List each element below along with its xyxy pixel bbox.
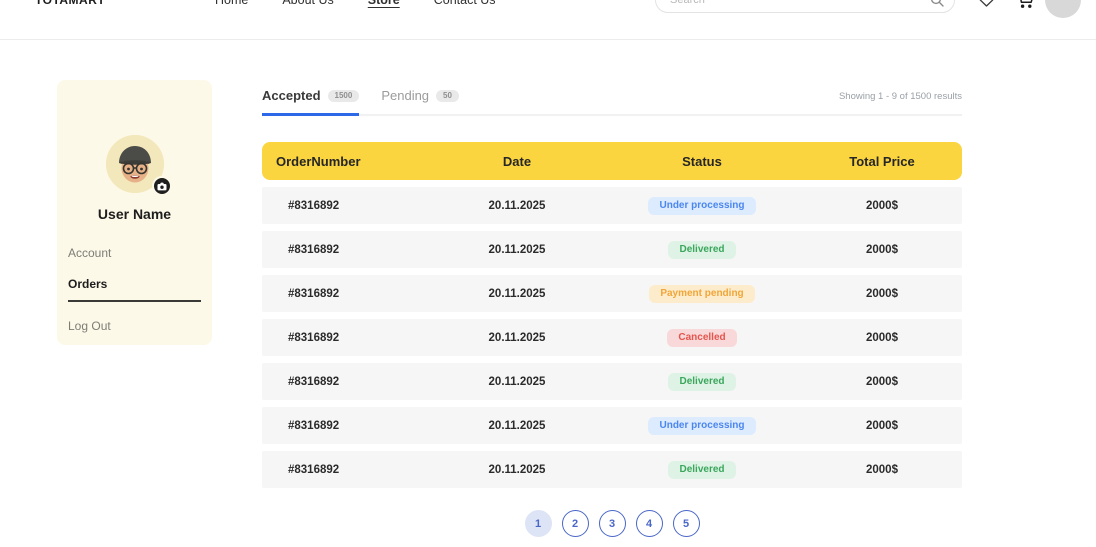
order-number: #8316892 <box>262 288 432 300</box>
order-row[interactable]: #831689220.11.2025 Delivered 2000$ <box>262 231 962 268</box>
order-number: #8316892 <box>262 376 432 388</box>
profile-menu: Account Orders Log Out <box>57 246 212 333</box>
orders-page: TOTAMART Home About Us Store Contact Us <box>0 0 1096 547</box>
status-badge-payment-pending: Payment pending <box>649 285 754 303</box>
wishlist-heart-icon[interactable] <box>978 0 995 8</box>
order-row[interactable]: #831689220.11.2025 Delivered 2000$ <box>262 451 962 488</box>
order-number: #8316892 <box>262 464 432 476</box>
header-divider <box>0 39 1096 40</box>
order-total-price: 2000$ <box>802 288 962 300</box>
tab-accepted-label: Accepted <box>262 88 321 103</box>
order-number: #8316892 <box>262 244 432 256</box>
header-avatar[interactable] <box>1045 0 1081 18</box>
pagination: 12345 <box>262 510 962 537</box>
sidebar-item-orders[interactable]: Orders <box>68 277 201 302</box>
column-header-status: Status <box>602 154 802 169</box>
order-total-price: 2000$ <box>802 464 962 476</box>
orders-table-body: #831689220.11.2025Under processing2000$#… <box>262 187 962 488</box>
order-date: 20.11.2025 <box>432 376 602 388</box>
search-icon[interactable] <box>930 0 944 7</box>
order-row[interactable]: #831689220.11.2025 Delivered 2000$ <box>262 363 962 400</box>
status-badge-delivered: Delivered <box>668 241 735 259</box>
order-status-cell: Under processing <box>602 197 802 215</box>
order-number: #8316892 <box>262 200 432 212</box>
nav-item-about-us[interactable]: About Us <box>282 0 333 7</box>
order-row[interactable]: #831689220.11.2025 Under processing 2000$ <box>262 407 962 444</box>
search-input[interactable] <box>670 0 930 6</box>
profile-avatar <box>106 135 164 193</box>
status-badge-delivered: Delivered <box>668 461 735 479</box>
tab-pending-count-badge: 50 <box>436 90 459 102</box>
page-button-2[interactable]: 2 <box>562 510 589 537</box>
change-photo-camera-icon[interactable] <box>152 176 172 196</box>
user-name: User Name <box>57 206 212 222</box>
logo[interactable]: TOTAMART <box>35 0 105 7</box>
tab-accepted-count-badge: 1500 <box>328 90 360 102</box>
column-header-total-price: Total Price <box>802 154 962 169</box>
order-status-cell: Cancelled <box>602 329 802 347</box>
tab-pending-label: Pending <box>381 88 429 103</box>
order-status-cell: Delivered <box>602 373 802 391</box>
profile-card: User Name Account Orders Log Out <box>57 80 212 345</box>
order-date: 20.11.2025 <box>432 200 602 212</box>
status-badge-under-processing: Under processing <box>648 197 755 215</box>
topbar: TOTAMART Home About Us Store Contact Us <box>0 0 1096 20</box>
order-total-price: 2000$ <box>802 332 962 344</box>
order-total-price: 2000$ <box>802 244 962 256</box>
order-date: 20.11.2025 <box>432 288 602 300</box>
order-date: 20.11.2025 <box>432 332 602 344</box>
order-status-cell: Delivered <box>602 241 802 259</box>
order-total-price: 2000$ <box>802 420 962 432</box>
order-row[interactable]: #831689220.11.2025 Cancelled 2000$ <box>262 319 962 356</box>
order-number: #8316892 <box>262 420 432 432</box>
column-header-order-number: OrderNumber <box>262 154 432 169</box>
page-button-4[interactable]: 4 <box>636 510 663 537</box>
results-summary: Showing 1 - 9 of 1500 results <box>839 88 962 102</box>
sidebar-item-account[interactable]: Account <box>68 246 201 260</box>
nav-item-contact-us[interactable]: Contact Us <box>434 0 496 7</box>
status-badge-delivered: Delivered <box>668 373 735 391</box>
orders-tabs: Accepted 1500 Pending 50 Showing 1 - 9 o… <box>262 88 962 116</box>
sidebar-item-log-out[interactable]: Log Out <box>68 319 201 333</box>
order-date: 20.11.2025 <box>432 464 602 476</box>
status-badge-under-processing: Under processing <box>648 417 755 435</box>
order-row[interactable]: #831689220.11.2025 Under processing 2000$ <box>262 187 962 224</box>
order-date: 20.11.2025 <box>432 420 602 432</box>
order-date: 20.11.2025 <box>432 244 602 256</box>
order-total-price: 2000$ <box>802 376 962 388</box>
main-nav: Home About Us Store Contact Us <box>215 0 496 20</box>
order-status-cell: Under processing <box>602 417 802 435</box>
page-button-1[interactable]: 1 <box>525 510 552 537</box>
search-bar <box>655 0 955 13</box>
tab-accepted[interactable]: Accepted 1500 <box>262 88 359 116</box>
orders-table-header: OrderNumber Date Status Total Price <box>262 142 962 180</box>
order-status-cell: Delivered <box>602 461 802 479</box>
status-badge-cancelled: Cancelled <box>667 329 736 347</box>
order-total-price: 2000$ <box>802 200 962 212</box>
order-number: #8316892 <box>262 332 432 344</box>
cart-icon[interactable] <box>1016 0 1036 9</box>
order-row[interactable]: #831689220.11.2025 Payment pending 2000$ <box>262 275 962 312</box>
tab-pending[interactable]: Pending 50 <box>381 88 459 113</box>
column-header-date: Date <box>432 154 602 169</box>
nav-item-home[interactable]: Home <box>215 0 248 7</box>
page-button-3[interactable]: 3 <box>599 510 626 537</box>
order-status-cell: Payment pending <box>602 285 802 303</box>
orders-main: Accepted 1500 Pending 50 Showing 1 - 9 o… <box>262 88 962 537</box>
nav-item-store[interactable]: Store <box>368 0 400 7</box>
page-button-5[interactable]: 5 <box>673 510 700 537</box>
